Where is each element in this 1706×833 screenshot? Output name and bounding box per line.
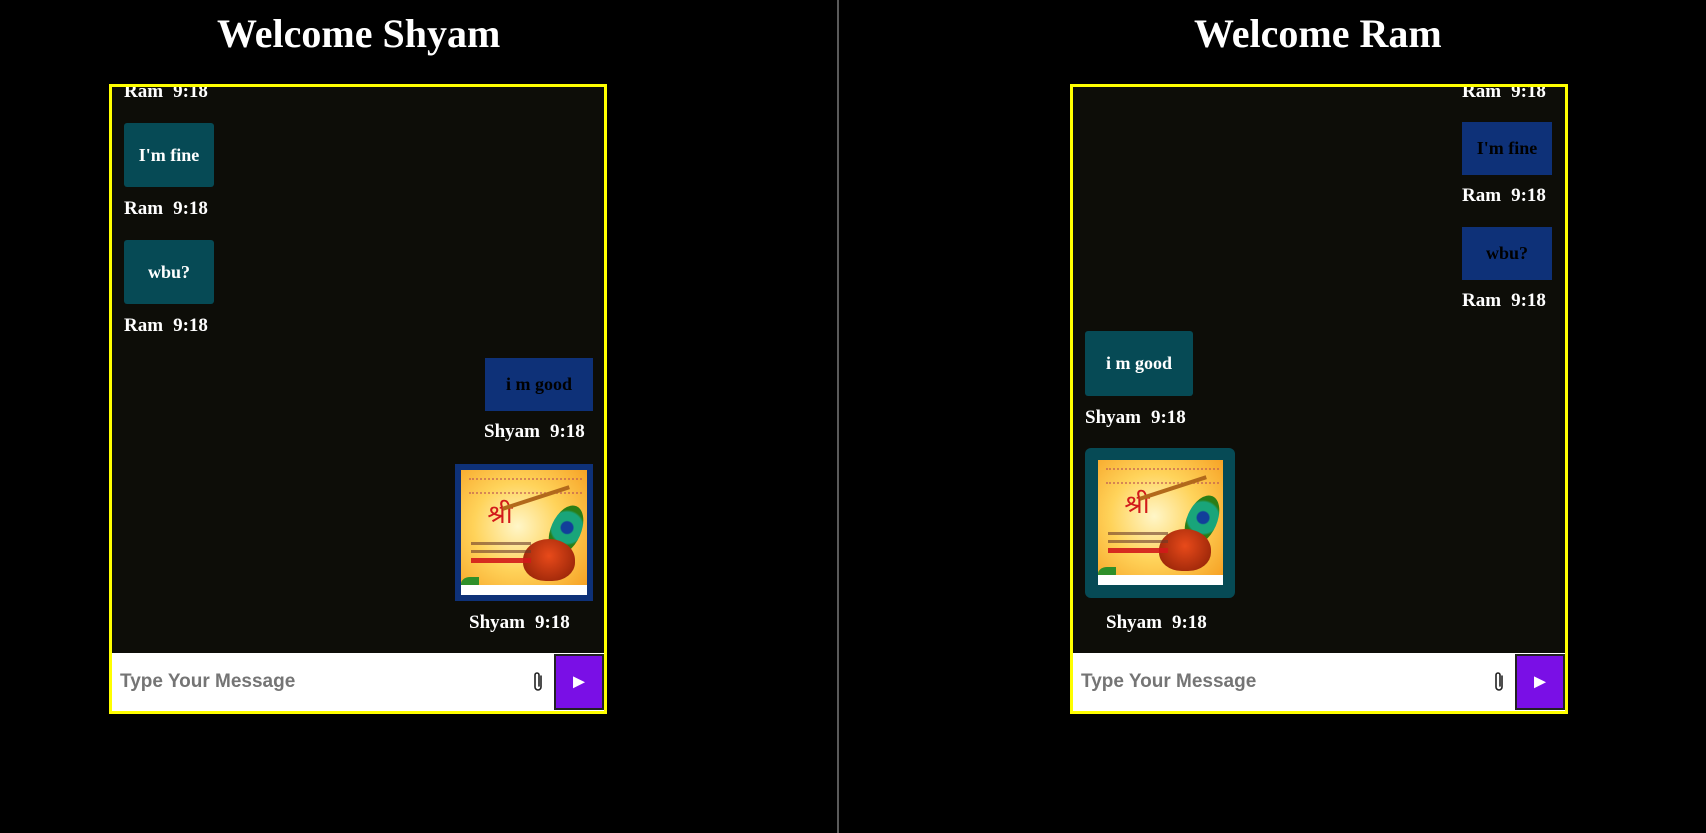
sender-name: Ram bbox=[124, 87, 164, 102]
received-message-bubble: i m good bbox=[1085, 331, 1193, 396]
message-input[interactable] bbox=[112, 654, 522, 710]
janmashtami-greeting-image[interactable]: श्री bbox=[461, 470, 587, 595]
message-time: 9:18 bbox=[534, 612, 570, 633]
message-meta: Ram 9:18 bbox=[1462, 185, 1546, 207]
sent-message-bubble: I'm fine bbox=[1462, 122, 1552, 175]
message-meta: Shyam 9:18 bbox=[469, 612, 570, 634]
play-arrow-icon: ► bbox=[569, 670, 589, 693]
message-meta: Ram 9:18 bbox=[1462, 290, 1546, 312]
message-meta: Shyam 9:18 bbox=[1106, 612, 1207, 634]
message-time: 9:18 bbox=[1171, 612, 1207, 633]
sender-name: Ram bbox=[1462, 290, 1502, 311]
message-meta: Ram 9:18 bbox=[124, 198, 208, 220]
message-time: 9:18 bbox=[173, 198, 208, 219]
chat-box: Ram 9:18 I'm fine Ram 9:18 wbu? Ram 9:18 i … bbox=[109, 84, 607, 714]
message-composer: ► bbox=[1073, 653, 1565, 711]
message-time: 9:18 bbox=[549, 421, 585, 442]
message-meta: Ram 9:18 bbox=[124, 315, 208, 337]
page-title: Welcome Shyam bbox=[217, 11, 501, 56]
message-composer: ► bbox=[112, 653, 604, 711]
shyam-chat-pane: Welcome Shyam Ram 9:18 I'm fine Ram 9:18 w… bbox=[0, 0, 837, 833]
message-time: 9:18 bbox=[173, 87, 208, 102]
message-time: 9:18 bbox=[1511, 185, 1546, 206]
sent-message-bubble: i m good bbox=[485, 358, 593, 411]
message-list[interactable]: Ram 9:18 I'm fine Ram 9:18 wbu? Ram 9:18 i … bbox=[112, 87, 604, 653]
received-message-bubble: wbu? bbox=[124, 240, 214, 304]
sender-name: Ram bbox=[1462, 185, 1502, 206]
message-time: 9:18 bbox=[1511, 290, 1546, 311]
sent-message-bubble: wbu? bbox=[1462, 227, 1552, 280]
sender-name: Ram bbox=[124, 315, 164, 336]
sent-image-bubble: श्री bbox=[455, 464, 593, 601]
received-message-bubble: I'm fine bbox=[124, 123, 214, 187]
message-time: 9:18 bbox=[1511, 87, 1546, 102]
paperclip-icon[interactable] bbox=[1483, 654, 1515, 710]
message-time: 9:18 bbox=[1150, 407, 1186, 428]
ram-chat-pane: Welcome Ram Ram 9:18 I'm fine Ram 9:18 wbu… bbox=[839, 0, 1706, 833]
sender-name: Shyam bbox=[469, 612, 525, 633]
janmashtami-greeting-image[interactable]: श्री bbox=[1098, 460, 1223, 585]
play-arrow-icon: ► bbox=[1530, 670, 1550, 693]
received-image-bubble: श्री bbox=[1085, 448, 1235, 598]
message-input[interactable] bbox=[1073, 654, 1483, 710]
message-meta: Shyam 9:18 bbox=[1085, 407, 1186, 429]
sender-name: Ram bbox=[124, 198, 164, 219]
message-list[interactable]: Ram 9:18 I'm fine Ram 9:18 wbu? Ram 9:18 i … bbox=[1073, 87, 1565, 653]
sender-name: Ram bbox=[1462, 87, 1502, 102]
message-time: 9:18 bbox=[173, 315, 208, 336]
message-meta: Ram 9:18 bbox=[1462, 87, 1546, 103]
sender-name: Shyam bbox=[1106, 612, 1162, 633]
send-button[interactable]: ► bbox=[1515, 654, 1565, 710]
message-meta: Shyam 9:18 bbox=[484, 421, 585, 443]
chat-box: Ram 9:18 I'm fine Ram 9:18 wbu? Ram 9:18 i … bbox=[1070, 84, 1568, 714]
message-meta: Ram 9:18 bbox=[124, 87, 208, 103]
sender-name: Shyam bbox=[484, 421, 540, 442]
page-title: Welcome Ram bbox=[1194, 11, 1442, 56]
sender-name: Shyam bbox=[1085, 407, 1141, 428]
send-button[interactable]: ► bbox=[554, 654, 604, 710]
paperclip-icon[interactable] bbox=[522, 654, 554, 710]
app-root: Welcome Shyam Ram 9:18 I'm fine Ram 9:18 w… bbox=[0, 0, 1706, 833]
